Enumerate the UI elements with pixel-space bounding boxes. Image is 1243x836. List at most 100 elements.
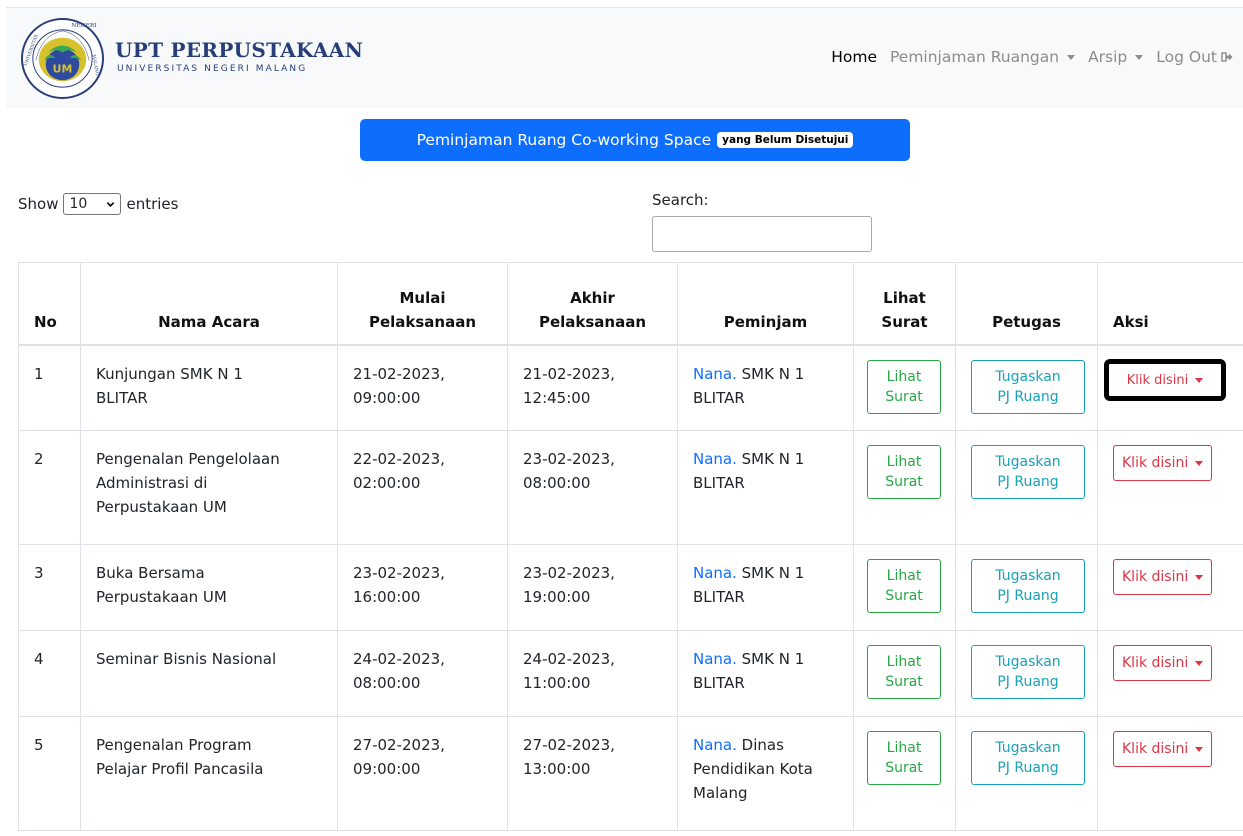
col-header-mulai-line1: Mulai (399, 288, 446, 307)
nav-peminjaman-dropdown[interactable]: Peminjaman Ruangan (890, 48, 1076, 66)
nav-logout[interactable]: Log Out (1156, 48, 1233, 66)
col-header-aksi[interactable]: Aksi (1097, 262, 1243, 346)
peminjam-org-line: Pendidikan Kota (693, 760, 813, 778)
tugaskan-pj-button[interactable]: Tugaskan PJ Ruang (971, 445, 1085, 499)
mulai-line: 09:00:00 (353, 388, 421, 407)
col-header-mulai-line2: Pelaksanaan (368, 312, 477, 331)
cell-nama-acara: Pengenalan Program Pelajar Profil Pancasi… (80, 716, 338, 831)
mulai-line: 24-02-2023, (353, 650, 445, 668)
tugaskan-label: Tugaskan (995, 740, 1061, 756)
lihat-surat-button[interactable]: Lihat Surat (867, 359, 941, 414)
pj-ruang-label: PJ Ruang (997, 760, 1059, 776)
table-row: 5 Pengenalan Program Pelajar Profil Pancas… (18, 716, 1243, 831)
col-header-nama-acara[interactable]: Nama Acara (80, 262, 338, 346)
col-header-no[interactable]: No (18, 262, 81, 346)
lihat-label: Lihat (886, 654, 922, 670)
lihat-label: Lihat (886, 454, 922, 470)
cell-petugas: Tugaskan PJ Ruang (955, 630, 1098, 717)
lihat-surat-button[interactable]: Lihat Surat (867, 445, 941, 499)
highlight-annotation: Klik disini (1104, 359, 1226, 401)
mulai-line: 23-02-2023, (353, 564, 445, 582)
table-row: 1 Kunjungan SMK N 1 BLITAR 21-02-2023, 09:00… (18, 344, 1243, 431)
col-header-peminjam[interactable]: Peminjam (677, 262, 854, 346)
cell-peminjam: Nana. SMK N 1 BLITAR (677, 630, 854, 717)
cell-lihat-surat: Lihat Surat (853, 344, 956, 431)
akhir-line: 11:00:00 (523, 674, 591, 692)
nama-acara-line: Seminar Bisnis Nasional (96, 650, 277, 668)
tugaskan-pj-button[interactable]: Tugaskan PJ Ruang (971, 359, 1085, 414)
klik-disini-button[interactable]: Klik disini (1113, 645, 1213, 681)
tugaskan-pj-button[interactable]: Tugaskan PJ Ruang (971, 559, 1085, 613)
cell-no: 3 (18, 544, 81, 631)
surat-label: Surat (885, 588, 923, 604)
nama-acara-line: Pengenalan Pengelolaan (96, 450, 280, 468)
brand-title[interactable]: UPT PERPUSTAKAAN (115, 38, 363, 62)
pj-ruang-label: PJ Ruang (997, 588, 1059, 604)
klik-disini-button-highlighted[interactable]: Klik disini (1127, 373, 1204, 388)
tugaskan-label: Tugaskan (995, 568, 1061, 584)
tugaskan-label: Tugaskan (995, 654, 1061, 670)
table-row: 2 Pengenalan Pengelolaan Administrasi di Pe… (18, 430, 1243, 545)
lihat-label: Lihat (886, 568, 922, 584)
nav-arsip-dropdown[interactable]: Arsip (1088, 48, 1144, 66)
nav-menu: Home Peminjaman Ruangan Arsip Log Out (818, 48, 1233, 66)
col-header-mulai[interactable]: Mulai Pelaksanaan (337, 262, 508, 346)
cell-nama-acara: Seminar Bisnis Nasional (80, 630, 338, 717)
tugaskan-pj-button[interactable]: Tugaskan PJ Ruang (971, 731, 1085, 785)
nama-acara-line: Administrasi di (96, 474, 208, 492)
peminjam-name-link[interactable]: Nana. (693, 650, 737, 668)
search-input[interactable] (652, 216, 872, 252)
surat-label: Surat (885, 388, 923, 405)
peminjam-org-line: Dinas (736, 736, 784, 754)
peminjam-org-line: SMK N 1 (736, 450, 805, 468)
col-header-lihat-surat[interactable]: Lihat Surat (853, 262, 956, 346)
um-seal-logo[interactable]: UM NEGERI UNIVERSITAS MALANG (20, 17, 105, 100)
mulai-line: 08:00:00 (353, 674, 421, 692)
cell-mulai: 23-02-2023, 16:00:00 (337, 544, 508, 631)
search-label: Search: (652, 191, 709, 209)
lihat-label: Lihat (886, 740, 922, 756)
akhir-line: 08:00:00 (523, 474, 591, 492)
entries-select-value: 10 (69, 196, 88, 212)
chevron-down-icon (1135, 54, 1144, 60)
lihat-surat-button[interactable]: Lihat Surat (867, 731, 941, 785)
col-header-petugas[interactable]: Petugas (955, 262, 1098, 346)
cell-aksi: Klik disini (1097, 544, 1243, 631)
klik-disini-label: Klik disini (1122, 569, 1189, 585)
peminjam-name-link[interactable]: Nana. (693, 736, 737, 754)
cell-aksi: Klik disini (1097, 630, 1243, 717)
cell-lihat-surat: Lihat Surat (853, 430, 956, 545)
pj-ruang-label: PJ Ruang (997, 674, 1059, 690)
klik-disini-button[interactable]: Klik disini (1113, 445, 1213, 481)
akhir-line: 27-02-2023, (523, 736, 615, 754)
lihat-surat-button[interactable]: Lihat Surat (867, 645, 941, 699)
cell-no: 1 (18, 344, 81, 431)
entries-select[interactable]: 10 (63, 193, 122, 215)
col-header-lihat-line2: Surat (881, 312, 928, 331)
cell-no: 4 (18, 630, 81, 717)
lihat-surat-button[interactable]: Lihat Surat (867, 559, 941, 613)
peminjam-name-link[interactable]: Nana. (693, 365, 737, 383)
cell-nama-acara: Pengenalan Pengelolaan Administrasi di Per… (80, 430, 338, 545)
nav-home[interactable]: Home (831, 48, 877, 66)
table-row: 4 Seminar Bisnis Nasional 24-02-2023, 08:00… (18, 630, 1243, 717)
cell-aksi: Klik disini (1097, 430, 1243, 545)
klik-disini-label: Klik disini (1122, 455, 1189, 471)
cell-petugas: Tugaskan PJ Ruang (955, 544, 1098, 631)
col-header-akhir[interactable]: Akhir Pelaksanaan (507, 262, 678, 346)
cell-akhir: 23-02-2023, 19:00:00 (507, 544, 678, 631)
peminjam-org-line: BLITAR (693, 588, 745, 606)
cell-peminjam: Nana. SMK N 1 BLITAR (677, 344, 854, 431)
peminjam-name-link[interactable]: Nana. (693, 564, 737, 582)
tugaskan-pj-button[interactable]: Tugaskan PJ Ruang (971, 645, 1085, 699)
mulai-line: 02:00:00 (353, 474, 421, 492)
nama-acara-line: Pelajar Profil Pancasila (96, 760, 264, 778)
peminjam-name-link[interactable]: Nana. (693, 450, 737, 468)
cell-petugas: Tugaskan PJ Ruang (955, 344, 1098, 431)
cell-aksi: Klik disini (1097, 716, 1243, 831)
klik-disini-button[interactable]: Klik disini (1113, 559, 1213, 595)
tugaskan-label: Tugaskan (995, 454, 1061, 470)
klik-disini-button[interactable]: Klik disini (1113, 731, 1213, 767)
bookings-table: No Nama Acara Mulai Pelaksanaan Akhir Pela… (18, 262, 1243, 831)
peminjam-org-line: SMK N 1 (736, 364, 805, 383)
